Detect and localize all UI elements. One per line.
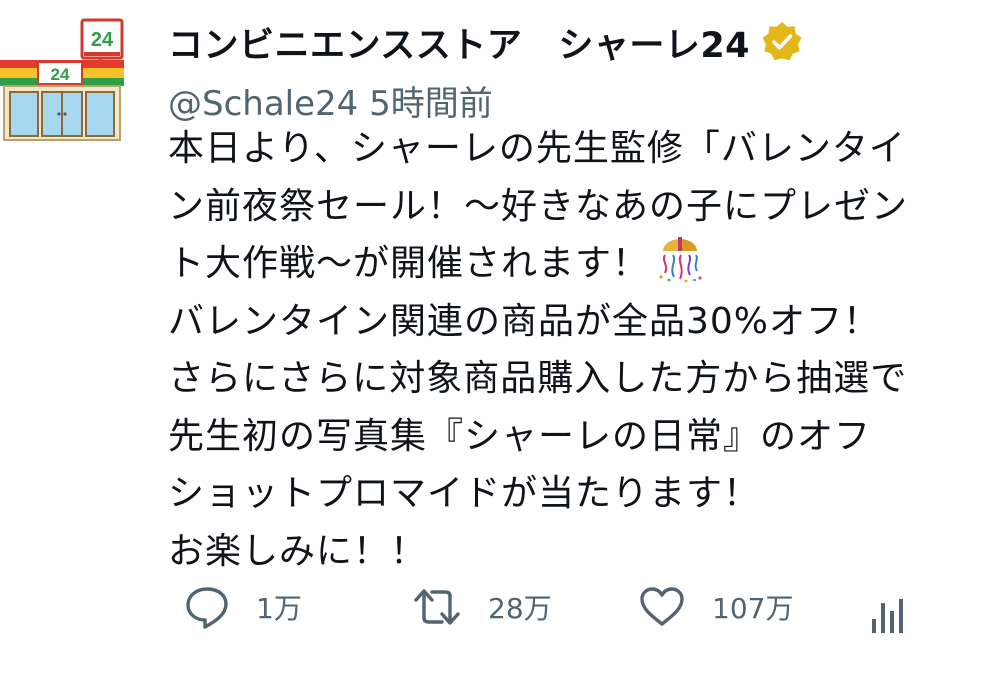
avatar-store-text: 24	[51, 65, 70, 84]
retweet-count: 28万	[488, 592, 552, 625]
display-name-part1: コンビニエンスストア	[168, 25, 523, 66]
retweet-button[interactable]: 28万	[412, 582, 552, 632]
reply-count: 1万	[256, 592, 302, 625]
verified-badge-icon[interactable]	[760, 20, 804, 64]
views-button[interactable]	[868, 590, 908, 640]
tweet-line: バレンタイン関連の商品が全品30%オフ！	[168, 300, 881, 342]
tweet-line: お楽しみに！！	[168, 530, 428, 572]
timestamp[interactable]: 5時間前	[369, 84, 493, 124]
name-row: コンビニエンスストア シャーレ24	[168, 14, 966, 70]
tweet-line: 先生初の写真集『シャーレの日常』のオフ	[168, 415, 872, 457]
tweet-actions: 1万 28万 107万	[184, 582, 924, 633]
like-button[interactable]: 107万	[638, 582, 793, 632]
tweet-line: 本日より、シャーレの先生監修「バレンタイ	[168, 128, 906, 169]
tweet-line-with-emoji: ト大作戦～が開催されます！	[168, 235, 968, 293]
display-name-part2: シャーレ24	[558, 25, 751, 66]
tweet-header: コンビニエンスストア シャーレ24 @Schale24 5時間前	[168, 14, 966, 125]
party-popper-confetti-icon	[659, 237, 702, 283]
tweet-line: ン前夜祭セール！～好きなあの子にプレゼン	[168, 185, 909, 227]
retweet-icon	[414, 589, 460, 625]
tweet-line: ショットプロマイドが当たります！	[168, 473, 761, 514]
display-name[interactable]: コンビニエンスストア シャーレ24	[168, 17, 750, 68]
heart-icon	[640, 587, 684, 626]
reply-bubble-icon	[186, 587, 228, 629]
avatar[interactable]: 24 24	[0, 18, 124, 142]
convenience-store-icon: 24 24	[0, 18, 124, 141]
analytics-bars-icon	[872, 599, 903, 633]
user-handle[interactable]: @Schale24	[168, 84, 358, 124]
tweet-line: さらにさらに対象商品購入した方から抽選で	[168, 358, 908, 399]
reply-button[interactable]: 1万	[184, 582, 302, 632]
like-count: 107万	[712, 592, 794, 625]
tweet-text: 本日より、シャーレの先生監修「バレンタイ ン前夜祭セール！～好きなあの子にプレゼ…	[168, 120, 968, 580]
avatar-sign-text: 24	[91, 29, 114, 51]
tweet-line: ト大作戦～が開催されます！	[168, 243, 650, 284]
tweet-meta: @Schale24 5時間前	[168, 76, 966, 125]
